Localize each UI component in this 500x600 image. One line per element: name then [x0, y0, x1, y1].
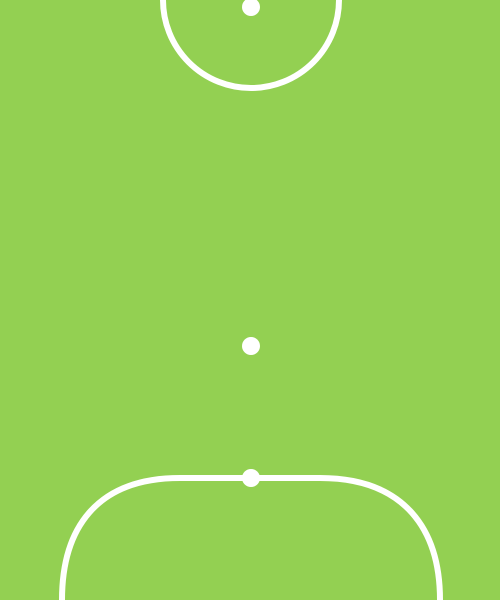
penalty-spot	[242, 337, 260, 355]
penalty-area-mark	[242, 469, 260, 487]
field-diagram	[0, 0, 500, 600]
futsal-field	[0, 0, 500, 600]
